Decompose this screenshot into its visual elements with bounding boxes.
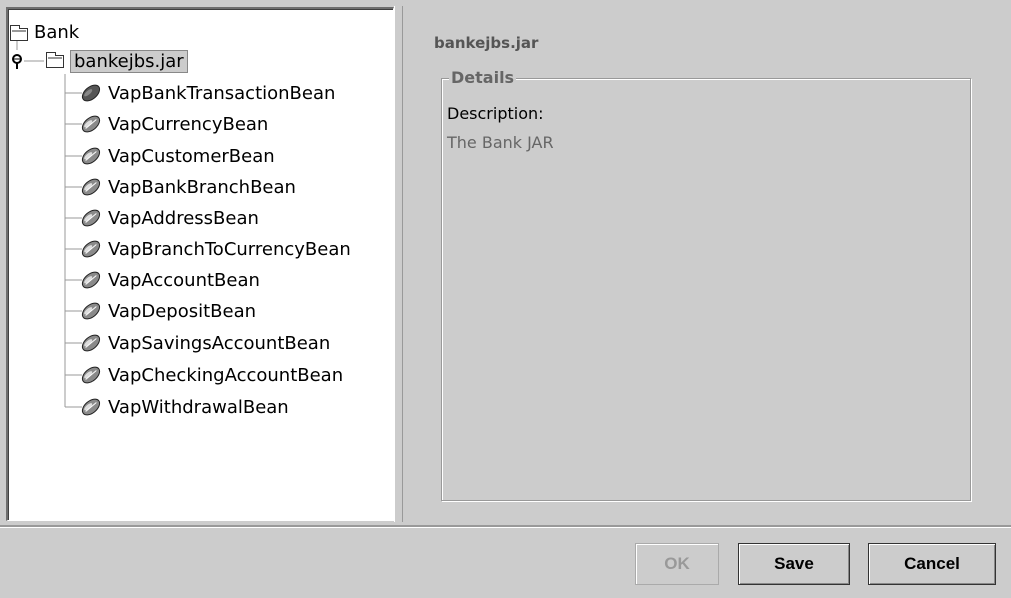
tree-node-label: VapCheckingAccountBean: [108, 364, 344, 386]
description-label: Description:: [447, 104, 544, 123]
tree-node-bean[interactable]: VapBranchToCurrencyBean: [80, 237, 351, 261]
tree-node-bankejbs-jar[interactable]: bankejbs.jar: [46, 49, 188, 73]
tree-node-bean[interactable]: VapWithdrawalBean: [80, 395, 289, 419]
footer-separator: [0, 525, 1011, 528]
save-button[interactable]: Save: [738, 543, 850, 585]
entity-bean-icon: [81, 302, 101, 320]
tree-node-label: VapBranchToCurrencyBean: [108, 238, 351, 260]
expanded-toggle-icon[interactable]: [10, 49, 24, 73]
tree-node-label: VapSavingsAccountBean: [108, 332, 331, 354]
tree-node-label: VapBankBranchBean: [108, 176, 296, 198]
folder-icon: [10, 24, 28, 41]
entity-bean-icon: [81, 271, 101, 289]
tree-node-label: VapAddressBean: [108, 207, 259, 229]
entity-bean-icon: [81, 209, 101, 227]
tree-node-bank[interactable]: Bank: [10, 22, 79, 46]
details-group-label: Details: [449, 68, 517, 87]
entity-bean-icon: [81, 240, 101, 258]
tree-node-bean[interactable]: VapAccountBean: [80, 268, 260, 292]
entity-bean-icon: [81, 178, 101, 196]
tree-node-label: VapAccountBean: [108, 269, 260, 291]
entity-bean-icon: [81, 147, 101, 165]
tree-node-bean[interactable]: VapCurrencyBean: [80, 112, 268, 136]
split-pane-divider[interactable]: [394, 6, 403, 522]
tree-node-label: VapWithdrawalBean: [108, 396, 289, 418]
details-title: bankejbs.jar: [434, 34, 539, 52]
tree-node-label: VapBankTransactionBean: [108, 82, 336, 104]
folder-icon: [46, 51, 64, 68]
tree-node-label: VapCurrencyBean: [108, 113, 269, 135]
tree-node-bean[interactable]: VapSavingsAccountBean: [80, 331, 330, 355]
tree-node-label-selected: bankejbs.jar: [70, 49, 188, 73]
tree-node-bean[interactable]: VapAddressBean: [80, 206, 259, 230]
entity-bean-icon: [81, 334, 101, 352]
description-value: The Bank JAR: [447, 133, 554, 152]
tree-node-bean[interactable]: VapDepositBean: [80, 299, 256, 323]
ok-button[interactable]: OK: [635, 543, 719, 585]
entity-bean-icon: [81, 115, 101, 133]
tree-node-bean[interactable]: VapBankBranchBean: [80, 175, 296, 199]
tree-node-label: Bank: [34, 21, 80, 43]
entity-bean-icon: [81, 84, 101, 102]
tree-node-bean[interactable]: VapBankTransactionBean: [80, 81, 335, 105]
cancel-button[interactable]: Cancel: [868, 543, 996, 585]
tree-node-label: VapCustomerBean: [108, 145, 275, 167]
entity-bean-icon: [81, 398, 101, 416]
tree-node-bean[interactable]: VapCheckingAccountBean: [80, 363, 343, 387]
tree-node-label: VapDepositBean: [108, 300, 257, 322]
entity-bean-icon: [81, 366, 101, 384]
tree-node-bean[interactable]: VapCustomerBean: [80, 144, 275, 168]
